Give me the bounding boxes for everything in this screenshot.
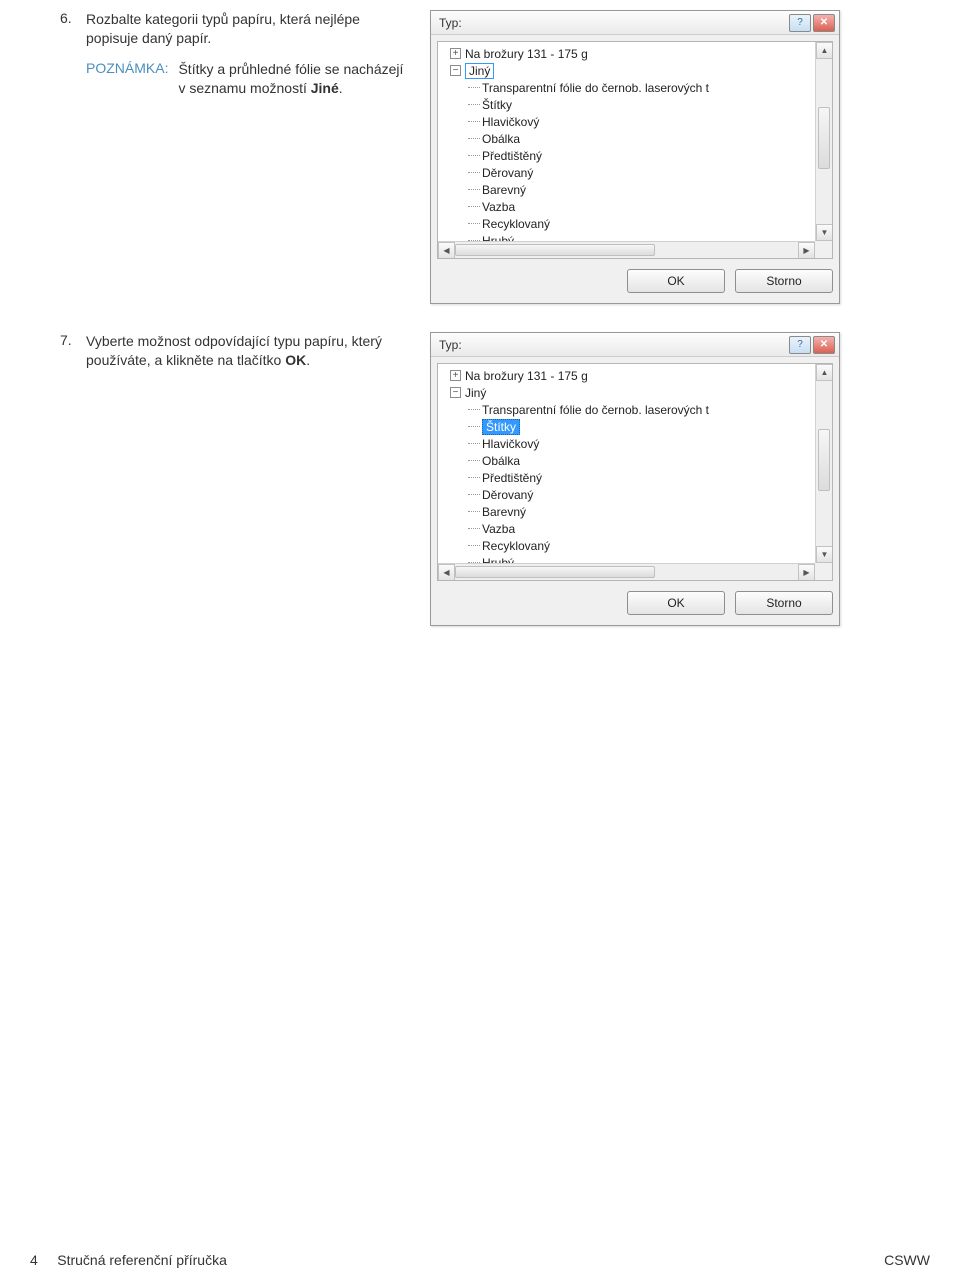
tree-item[interactable]: Vazba	[450, 520, 811, 537]
tree-item[interactable]: + Na brožury 131 - 175 g	[450, 45, 811, 62]
footer-title: Stručná referenční příručka	[57, 1252, 227, 1268]
scroll-down-icon[interactable]: ▼	[816, 224, 833, 241]
ok-button[interactable]: OK	[627, 591, 725, 615]
tree-item[interactable]: Hlavičkový	[450, 435, 811, 452]
type-dialog-2: Typ: ? ✕ + Na brožury 131 - 175 g	[430, 332, 840, 626]
tree-pane: + Na brožury 131 - 175 g − Jiný Transpar…	[437, 41, 833, 259]
collapse-icon[interactable]: −	[450, 65, 461, 76]
vertical-scrollbar[interactable]: ▲ ▼	[815, 42, 832, 241]
scroll-thumb[interactable]	[455, 244, 655, 256]
expand-icon[interactable]: +	[450, 48, 461, 59]
scroll-corner	[815, 563, 832, 580]
tree-item[interactable]: + Na brožury 131 - 175 g	[450, 367, 811, 384]
page-number: 4	[30, 1252, 38, 1268]
close-icon[interactable]: ✕	[813, 336, 835, 354]
cancel-button[interactable]: Storno	[735, 269, 833, 293]
ok-button[interactable]: OK	[627, 269, 725, 293]
scroll-right-icon[interactable]: ▶	[798, 242, 815, 259]
note-text: Štítky a průhledné fólie se nacházejí v …	[178, 60, 410, 98]
tree-item[interactable]: − Jiný	[450, 384, 811, 401]
page-footer: 4 Stručná referenční příručka CSWW	[0, 1252, 960, 1268]
tree-item[interactable]: Štítky	[450, 96, 811, 113]
close-icon[interactable]: ✕	[813, 14, 835, 32]
dialog-title: Typ:	[439, 338, 462, 352]
expand-icon[interactable]: +	[450, 370, 461, 381]
tree-item[interactable]: Děrovaný	[450, 486, 811, 503]
tree-item[interactable]: Obálka	[450, 130, 811, 147]
dialog-title: Typ:	[439, 16, 462, 30]
tree-pane: + Na brožury 131 - 175 g − Jiný Transpar…	[437, 363, 833, 581]
type-dialog-1: Typ: ? ✕ + Na brožury 131 - 175 g	[430, 10, 840, 304]
footer-right: CSWW	[884, 1252, 930, 1268]
scroll-thumb[interactable]	[455, 566, 655, 578]
tree-item[interactable]: Vazba	[450, 198, 811, 215]
tree-item[interactable]: Recyklovaný	[450, 537, 811, 554]
help-icon[interactable]: ?	[789, 14, 811, 32]
vertical-scrollbar[interactable]: ▲ ▼	[815, 364, 832, 563]
help-icon[interactable]: ?	[789, 336, 811, 354]
dialog-titlebar: Typ: ? ✕	[431, 11, 839, 35]
tree-item[interactable]: Štítky	[450, 418, 811, 435]
tree-item[interactable]: Děrovaný	[450, 164, 811, 181]
collapse-icon[interactable]: −	[450, 387, 461, 398]
tree-item[interactable]: Hlavičkový	[450, 113, 811, 130]
scroll-right-icon[interactable]: ▶	[798, 564, 815, 581]
tree-item[interactable]: Recyklovaný	[450, 215, 811, 232]
tree-item[interactable]: Obálka	[450, 452, 811, 469]
scroll-corner	[815, 241, 832, 258]
scroll-left-icon[interactable]: ◀	[438, 564, 455, 581]
step-number: 7.	[60, 332, 86, 370]
tree-item[interactable]: − Jiný	[450, 62, 811, 79]
note-label: POZNÁMKA:	[86, 60, 168, 98]
tree-item[interactable]: Barevný	[450, 503, 811, 520]
horizontal-scrollbar[interactable]: ◀ ▶	[438, 241, 815, 258]
tree-item[interactable]: Transparentní fólie do černob. laserovýc…	[450, 401, 811, 418]
tree-item[interactable]: Předtištěný	[450, 147, 811, 164]
scroll-up-icon[interactable]: ▲	[816, 42, 833, 59]
tree-item[interactable]: Barevný	[450, 181, 811, 198]
cancel-button[interactable]: Storno	[735, 591, 833, 615]
scroll-down-icon[interactable]: ▼	[816, 546, 833, 563]
step-number: 6.	[60, 10, 86, 48]
dialog-titlebar: Typ: ? ✕	[431, 333, 839, 357]
horizontal-scrollbar[interactable]: ◀ ▶	[438, 563, 815, 580]
tree-item[interactable]: Transparentní fólie do černob. laserovýc…	[450, 79, 811, 96]
scroll-up-icon[interactable]: ▲	[816, 364, 833, 381]
tree-item[interactable]: Předtištěný	[450, 469, 811, 486]
step-text: Vyberte možnost odpovídající typu papíru…	[86, 332, 410, 370]
scroll-thumb[interactable]	[818, 429, 830, 491]
scroll-left-icon[interactable]: ◀	[438, 242, 455, 259]
scroll-thumb[interactable]	[818, 107, 830, 169]
step-text: Rozbalte kategorii typů papíru, která ne…	[86, 10, 410, 48]
